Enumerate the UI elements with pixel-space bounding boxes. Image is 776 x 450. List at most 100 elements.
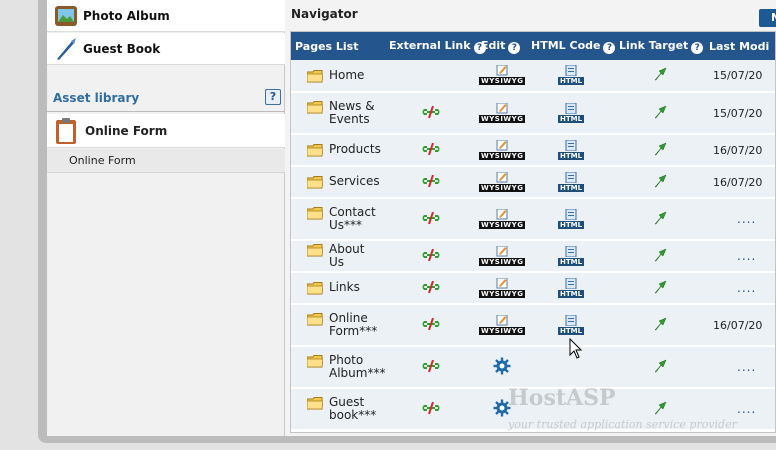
wysiwyg-edit-button[interactable]: WYSIWYG	[479, 102, 526, 123]
link-target-arrow-icon[interactable]	[653, 359, 667, 373]
external-link-icon[interactable]	[421, 280, 441, 293]
last-modified-value: 16/07/20	[713, 318, 763, 332]
external-link-icon[interactable]	[421, 248, 441, 261]
folder-icon	[307, 355, 323, 368]
html-document-icon	[565, 277, 577, 289]
wysiwyg-edit-button[interactable]: WYSIWYG	[479, 65, 526, 85]
wysiwyg-edit-button[interactable]: WYSIWYG	[479, 314, 526, 335]
edit-pencil-icon	[496, 277, 508, 288]
last-modified-value: ....	[737, 249, 757, 263]
help-icon[interactable]: ?	[265, 89, 281, 105]
navigator-button[interactable]: N	[759, 9, 776, 27]
html-code-button[interactable]: HTML	[557, 171, 585, 192]
html-document-icon	[565, 171, 577, 183]
last-modified-value: ....	[737, 360, 757, 374]
external-link-icon[interactable]	[421, 317, 441, 330]
folder-icon	[307, 397, 323, 410]
link-target-arrow-icon[interactable]	[653, 317, 667, 331]
mouse-cursor-icon	[569, 338, 583, 359]
html-code-button[interactable]: HTML	[557, 314, 585, 335]
col-external-link[interactable]: External Link?	[385, 32, 486, 60]
app-item-guest-book[interactable]: Guest Book	[47, 33, 285, 65]
folder-icon	[307, 69, 323, 82]
page-name: Photo Album***	[329, 353, 386, 380]
col-last-modified[interactable]: Last Modi	[705, 32, 775, 60]
col-pages-list[interactable]: Pages List	[291, 32, 385, 60]
html-code-button[interactable]: HTML	[557, 245, 585, 266]
page-link[interactable]: About Us	[307, 243, 383, 269]
external-link-icon[interactable]	[421, 142, 441, 155]
html-document-icon	[565, 314, 577, 326]
external-link-icon[interactable]	[421, 174, 441, 187]
page-link[interactable]: Services	[307, 175, 383, 189]
last-modified-value: 16/07/20	[713, 143, 763, 157]
link-target-arrow-icon[interactable]	[653, 174, 667, 188]
wysiwyg-edit-button[interactable]: WYSIWYG	[479, 139, 526, 160]
html-code-button[interactable]: HTML	[557, 277, 585, 298]
html-tag: HTML	[557, 257, 585, 266]
table-row: About Us WYSIWYG HTML....	[291, 240, 775, 272]
wysiwyg-edit-button[interactable]: WYSIWYG	[479, 277, 526, 298]
help-icon[interactable]: ?	[691, 41, 704, 54]
table-row: Online Form*** WYSIWYG HTML 16/07/20	[291, 304, 775, 346]
app-item-photo-album[interactable]: Photo Album	[47, 0, 285, 32]
wysiwyg-edit-button[interactable]: WYSIWYG	[479, 245, 526, 266]
last-modified-value: 15/07/20	[713, 106, 763, 120]
external-link-icon[interactable]	[421, 401, 441, 414]
page-link[interactable]: Online Form***	[307, 312, 383, 338]
external-link-icon[interactable]	[421, 211, 441, 224]
asset-item-online-form[interactable]: Online Form	[47, 114, 285, 148]
table-row: Products WYSIWYG HTML 16/07/20	[291, 134, 775, 166]
edit-pencil-icon	[496, 102, 508, 113]
html-document-icon	[565, 102, 577, 114]
asset-sub-item[interactable]: Online Form	[47, 149, 285, 173]
help-icon[interactable]: ?	[508, 41, 521, 54]
last-modified-value: ....	[737, 402, 757, 416]
page-link[interactable]: Home	[307, 68, 383, 83]
page-link[interactable]: Products	[307, 143, 383, 157]
html-tag: HTML	[557, 289, 585, 298]
html-code-button[interactable]: HTML	[557, 102, 585, 123]
page-name: Contact Us***	[329, 205, 376, 232]
page-link[interactable]: Guest book***	[307, 396, 383, 422]
wysiwyg-tag: WYSIWYG	[479, 257, 526, 266]
folder-icon	[307, 144, 323, 157]
html-tag: HTML	[557, 183, 585, 192]
link-target-arrow-icon[interactable]	[653, 248, 667, 262]
html-code-button[interactable]: HTML	[557, 208, 585, 229]
wysiwyg-edit-button[interactable]: WYSIWYG	[479, 171, 526, 192]
page-name: News & Events	[329, 99, 375, 126]
photo-album-icon	[55, 5, 77, 26]
page-link[interactable]: Photo Album***	[307, 353, 386, 380]
navigator-title: Navigator	[291, 7, 358, 21]
link-target-arrow-icon[interactable]	[653, 280, 667, 294]
help-icon[interactable]: ?	[603, 41, 616, 54]
edit-pencil-icon	[496, 139, 508, 150]
html-code-button[interactable]: HTML	[557, 65, 585, 85]
wysiwyg-tag: WYSIWYG	[479, 183, 526, 192]
page-link[interactable]: Links	[307, 281, 383, 295]
table-row: News & Events WYSIWYG HTML 15/07/20	[291, 92, 775, 134]
external-link-icon[interactable]	[421, 105, 441, 118]
page-name: Online Form***	[329, 311, 378, 338]
last-modified-value: ....	[737, 281, 757, 295]
link-target-arrow-icon[interactable]	[653, 211, 667, 225]
wysiwyg-edit-button[interactable]: WYSIWYG	[479, 208, 526, 229]
link-target-arrow-icon[interactable]	[653, 401, 667, 415]
html-code-button[interactable]: HTML	[557, 139, 585, 160]
col-html-code[interactable]: HTML Code?	[527, 32, 616, 60]
page-name: Products	[329, 142, 381, 156]
edit-pencil-icon	[496, 65, 508, 76]
link-target-arrow-icon[interactable]	[653, 142, 667, 156]
col-link-target[interactable]: Link Target?	[615, 32, 705, 60]
gear-icon[interactable]	[493, 357, 511, 375]
html-document-icon	[565, 65, 577, 76]
link-target-arrow-icon[interactable]	[653, 67, 667, 81]
page-link[interactable]: News & Events	[307, 100, 383, 126]
col-edit[interactable]: Edit?	[477, 32, 527, 60]
page-name: About Us	[329, 242, 365, 269]
link-target-arrow-icon[interactable]	[653, 105, 667, 119]
external-link-icon[interactable]	[421, 359, 441, 372]
asset-library-title: Asset library	[53, 91, 140, 105]
page-link[interactable]: Contact Us***	[307, 206, 383, 232]
